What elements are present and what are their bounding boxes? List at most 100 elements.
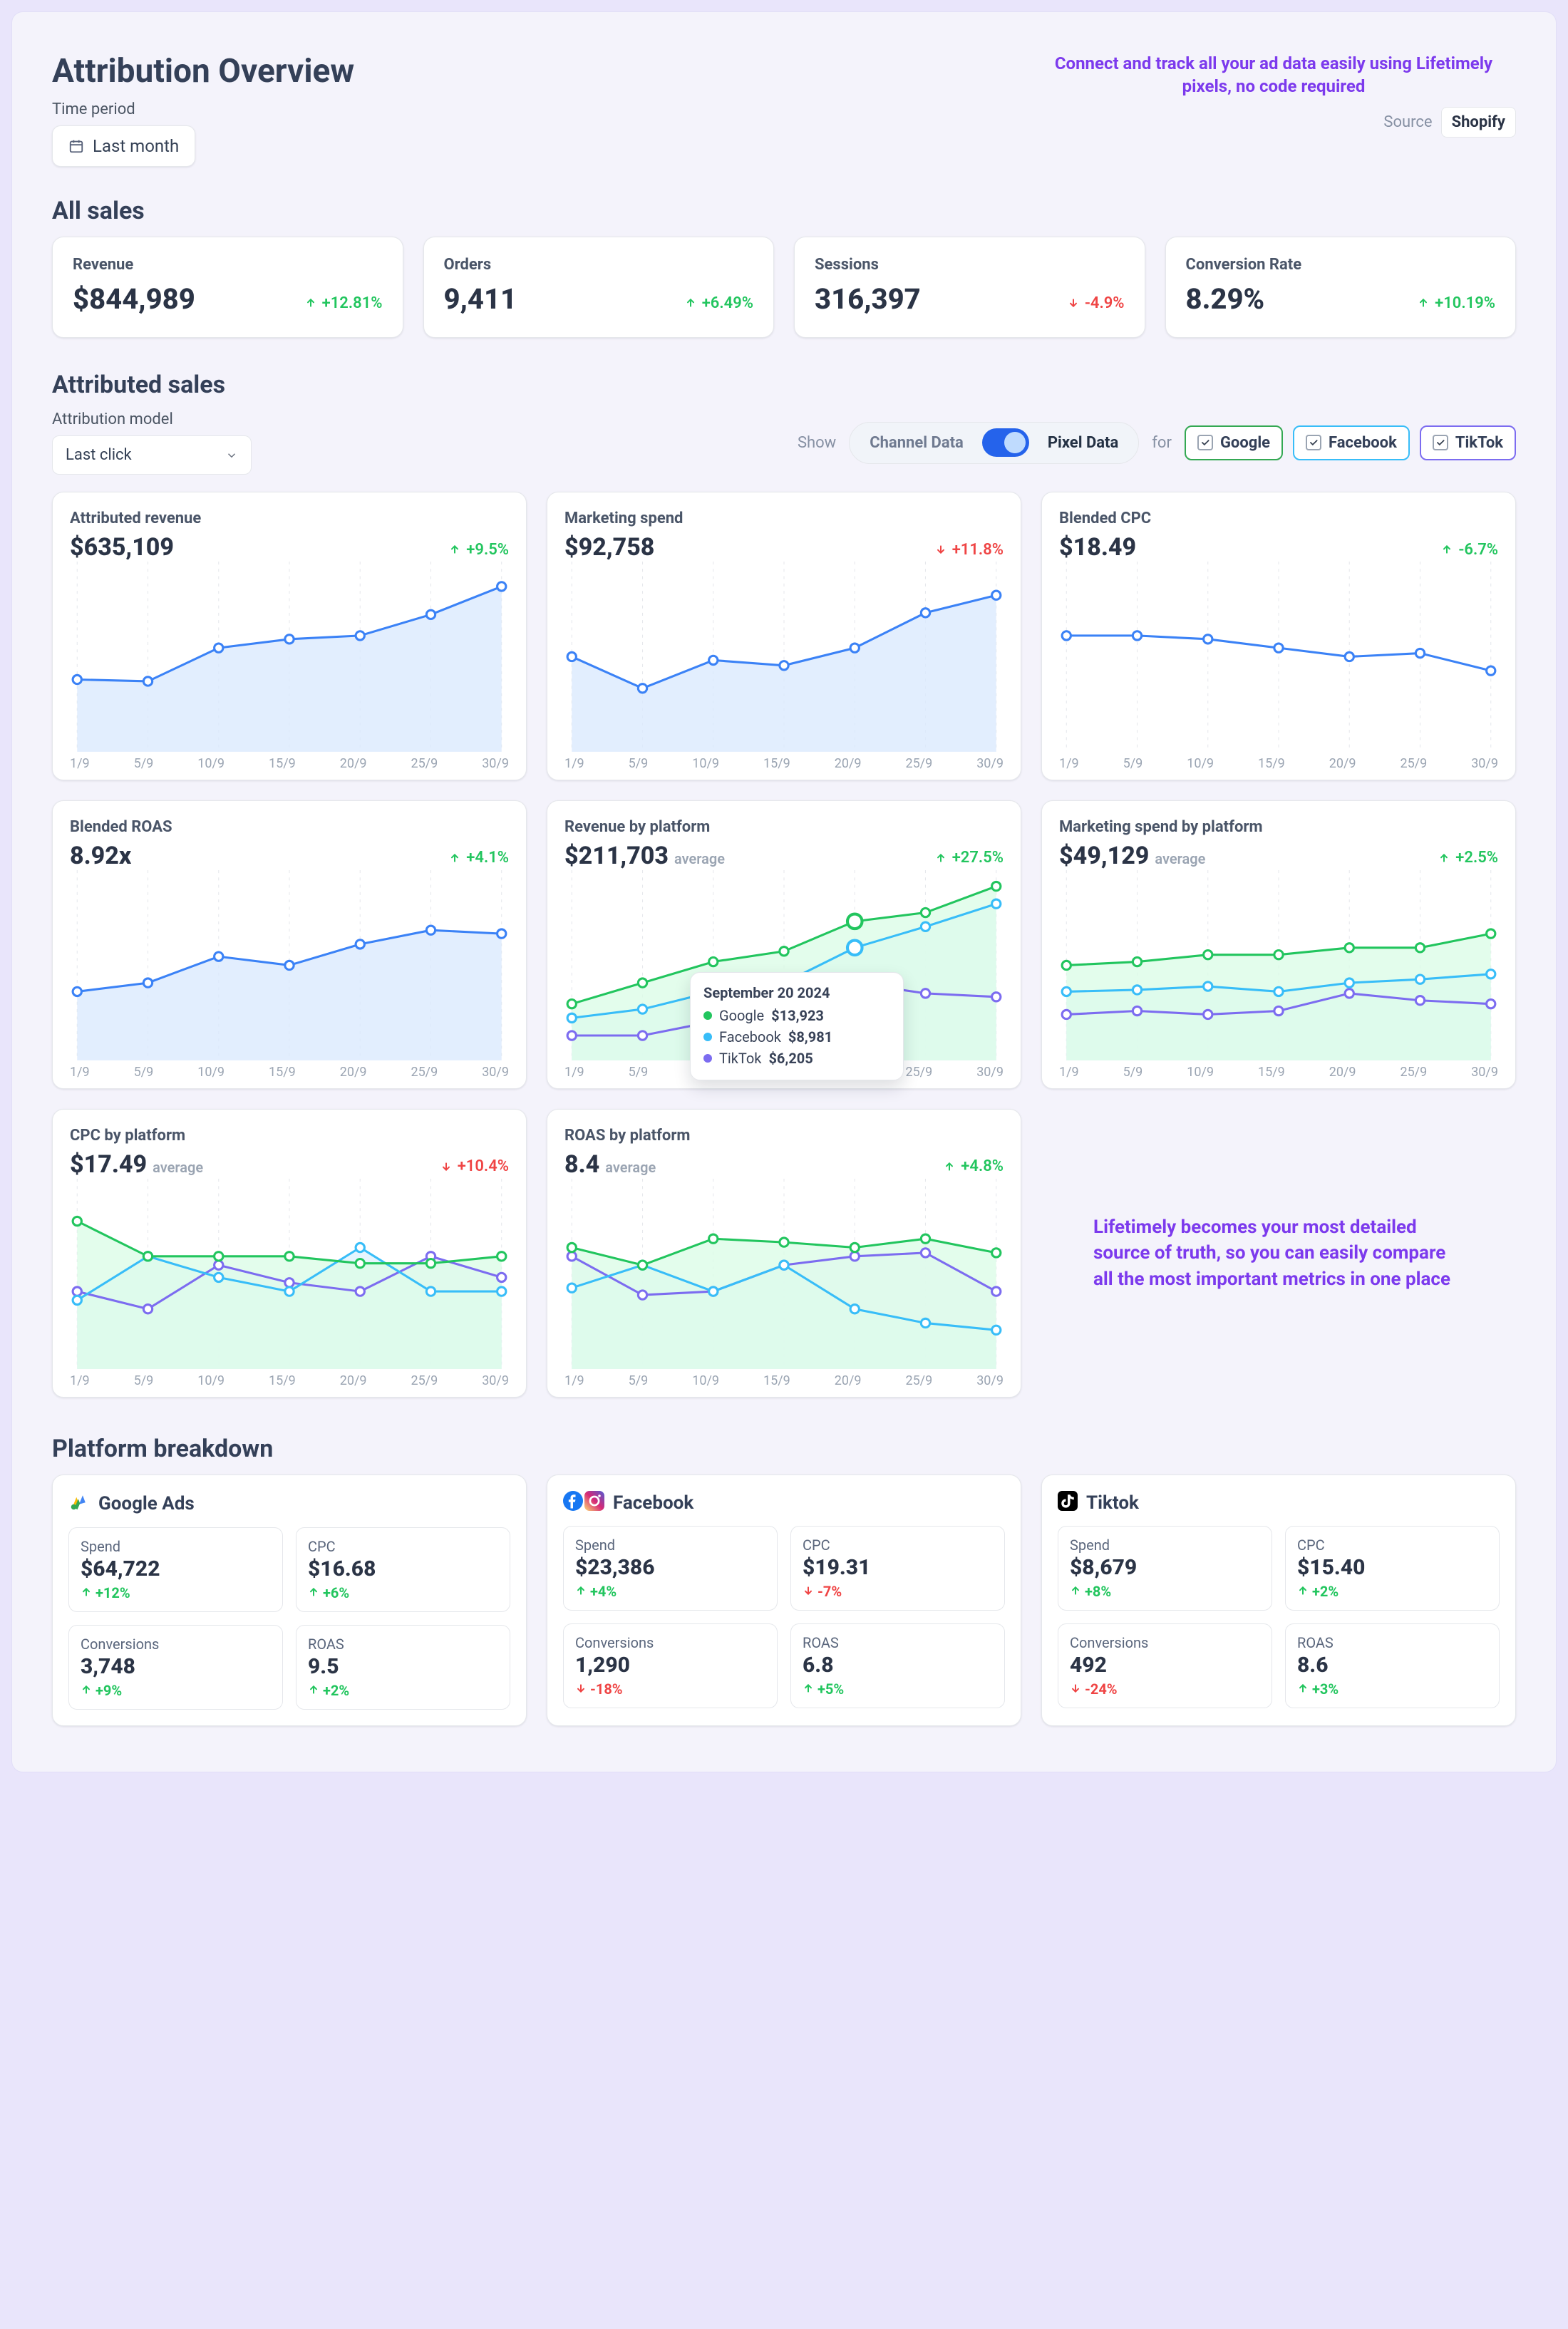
x-tick: 5/9: [1123, 756, 1143, 771]
x-tick: 30/9: [1471, 1065, 1498, 1080]
x-tick: 20/9: [1329, 1065, 1356, 1080]
x-tick: 15/9: [763, 1373, 790, 1388]
mini-label: ROAS: [308, 1636, 498, 1653]
x-tick: 20/9: [340, 756, 367, 771]
x-tick: 5/9: [629, 1065, 649, 1080]
mini-delta: +9%: [81, 1682, 271, 1699]
x-tick: 25/9: [411, 1065, 438, 1080]
time-period-value: Last month: [93, 136, 179, 156]
x-tick: 20/9: [340, 1065, 367, 1080]
chart-card-attr_rev: Attributed revenue $635,109 +9.5% 1/95/9…: [52, 492, 527, 780]
mini-label: CPC: [308, 1538, 498, 1555]
facebook-icon: [563, 1491, 604, 1516]
x-tick: 5/9: [134, 1065, 154, 1080]
x-tick: 25/9: [411, 1373, 438, 1388]
chart-card-rev_platform: Revenue by platform $211,703average +27.…: [547, 800, 1021, 1089]
mini-metric: ROAS 6.8 +5%: [790, 1623, 1005, 1708]
source-row: Source Shopify: [1383, 107, 1516, 138]
delta-down: +11.8%: [935, 541, 1004, 559]
mini-value: $16.68: [308, 1556, 498, 1581]
legend-dot-icon: [703, 1011, 712, 1020]
delta-up: +6.49%: [685, 294, 753, 312]
delta-up: -6.7%: [1441, 541, 1498, 559]
x-tick: 10/9: [197, 1373, 225, 1388]
seg-channel-data[interactable]: Channel Data: [857, 427, 976, 459]
time-period-label: Time period: [52, 100, 1011, 118]
source-label: Source: [1383, 113, 1432, 131]
x-axis: 1/95/910/915/920/925/930/9: [564, 756, 1004, 771]
stat-title: Sessions: [815, 256, 1125, 274]
tooltip-platform: TikTok: [719, 1050, 761, 1067]
delta-up: +10.19%: [1418, 294, 1495, 312]
x-tick: 20/9: [835, 1373, 862, 1388]
mini-delta: +5%: [803, 1680, 993, 1698]
legend-dot-icon: [703, 1054, 712, 1063]
time-period-picker[interactable]: Last month: [52, 125, 195, 167]
chart-card-mkt_spend: Marketing spend $92,758 +11.8% 1/95/910/…: [547, 492, 1021, 780]
x-tick: 15/9: [269, 1373, 296, 1388]
checkbox-icon: [1306, 435, 1321, 450]
x-tick: 25/9: [1400, 1065, 1427, 1080]
mini-metric: Conversions 1,290 -18%: [563, 1623, 778, 1708]
x-tick: 25/9: [905, 1065, 932, 1080]
tooltip-row: TikTok $6,205: [703, 1050, 890, 1067]
x-tick: 25/9: [411, 756, 438, 771]
x-tick: 5/9: [134, 756, 154, 771]
x-tick: 30/9: [482, 1373, 509, 1388]
chart-card-spend_platform: Marketing spend by platform $49,129avera…: [1041, 800, 1516, 1089]
google-icon: [68, 1491, 90, 1517]
mini-value: $64,722: [81, 1556, 271, 1581]
source-value[interactable]: Shopify: [1441, 107, 1516, 138]
mini-value: $15.40: [1297, 1555, 1487, 1580]
stat-card: Sessions 316,397 -4.9%: [794, 237, 1145, 338]
mini-metric: CPC $19.31 -7%: [790, 1526, 1005, 1611]
x-tick: 15/9: [1258, 756, 1285, 771]
mini-delta: +2%: [1297, 1583, 1487, 1600]
calendar-icon: [68, 138, 84, 154]
mini-delta: +6%: [308, 1584, 498, 1601]
data-source-segmented[interactable]: Channel Data Pixel Data: [849, 422, 1139, 464]
platform-chip-facebook[interactable]: Facebook: [1293, 425, 1410, 460]
annotation-right-wrap: Lifetimely becomes your most detailed so…: [1041, 1109, 1516, 1398]
x-axis: 1/95/910/915/920/925/930/9: [564, 1373, 1004, 1388]
tooltip-platform: Google: [719, 1007, 764, 1024]
mini-delta: -18%: [575, 1680, 765, 1698]
platform-breakdown-heading: Platform breakdown: [52, 1435, 1516, 1463]
all-sales-heading: All sales: [52, 197, 1516, 225]
mini-delta: +3%: [1297, 1680, 1487, 1698]
chart-title: Blended CPC: [1059, 510, 1498, 527]
tooltip-value: $8,981: [788, 1028, 832, 1045]
x-tick: 5/9: [1123, 1065, 1143, 1080]
chart-card-blend_cpc: Blended CPC $18.49 -6.7% 1/95/910/915/92…: [1041, 492, 1516, 780]
chart-tooltip: September 20 2024 Google $13,923 Faceboo…: [690, 972, 904, 1080]
platform-card-facebook: Facebook Spend $23,386 +4% CPC $19.31 -7…: [547, 1475, 1021, 1726]
annotation-top: Connect and track all your ad data easil…: [1031, 52, 1516, 98]
charts-grid: Attributed revenue $635,109 +9.5% 1/95/9…: [52, 492, 1516, 1398]
seg-pixel-data[interactable]: Pixel Data: [1035, 427, 1131, 459]
chart-title: Attributed revenue: [70, 510, 509, 527]
platform-chip-google[interactable]: Google: [1185, 425, 1283, 460]
for-label: for: [1152, 434, 1172, 452]
delta-up: +9.5%: [449, 541, 509, 559]
x-tick: 20/9: [835, 756, 862, 771]
toggle-switch[interactable]: [982, 428, 1029, 457]
mini-delta: -7%: [803, 1583, 993, 1600]
mini-metric: ROAS 9.5 +2%: [296, 1625, 510, 1710]
platform-chip-tiktok[interactable]: TikTok: [1420, 425, 1516, 460]
attribution-model-select[interactable]: Last click: [52, 435, 252, 475]
chevron-down-icon: [225, 449, 238, 462]
chart-value: $92,758: [564, 533, 654, 562]
x-tick: 1/9: [564, 756, 584, 771]
x-tick: 10/9: [1187, 1065, 1214, 1080]
x-tick: 30/9: [482, 756, 509, 771]
delta-down: -4.9%: [1068, 294, 1125, 312]
mini-metric: ROAS 8.6 +3%: [1285, 1623, 1500, 1708]
chart-value-sub: average: [1155, 850, 1205, 867]
chart-value-sub: average: [674, 850, 725, 867]
mini-label: Conversions: [575, 1634, 765, 1651]
page-title: Attribution Overview: [52, 52, 1011, 91]
x-tick: 30/9: [976, 756, 1004, 771]
mini-label: CPC: [803, 1537, 993, 1554]
stat-card: Conversion Rate 8.29% +10.19%: [1165, 237, 1517, 338]
chart-value-sub: average: [605, 1159, 656, 1176]
